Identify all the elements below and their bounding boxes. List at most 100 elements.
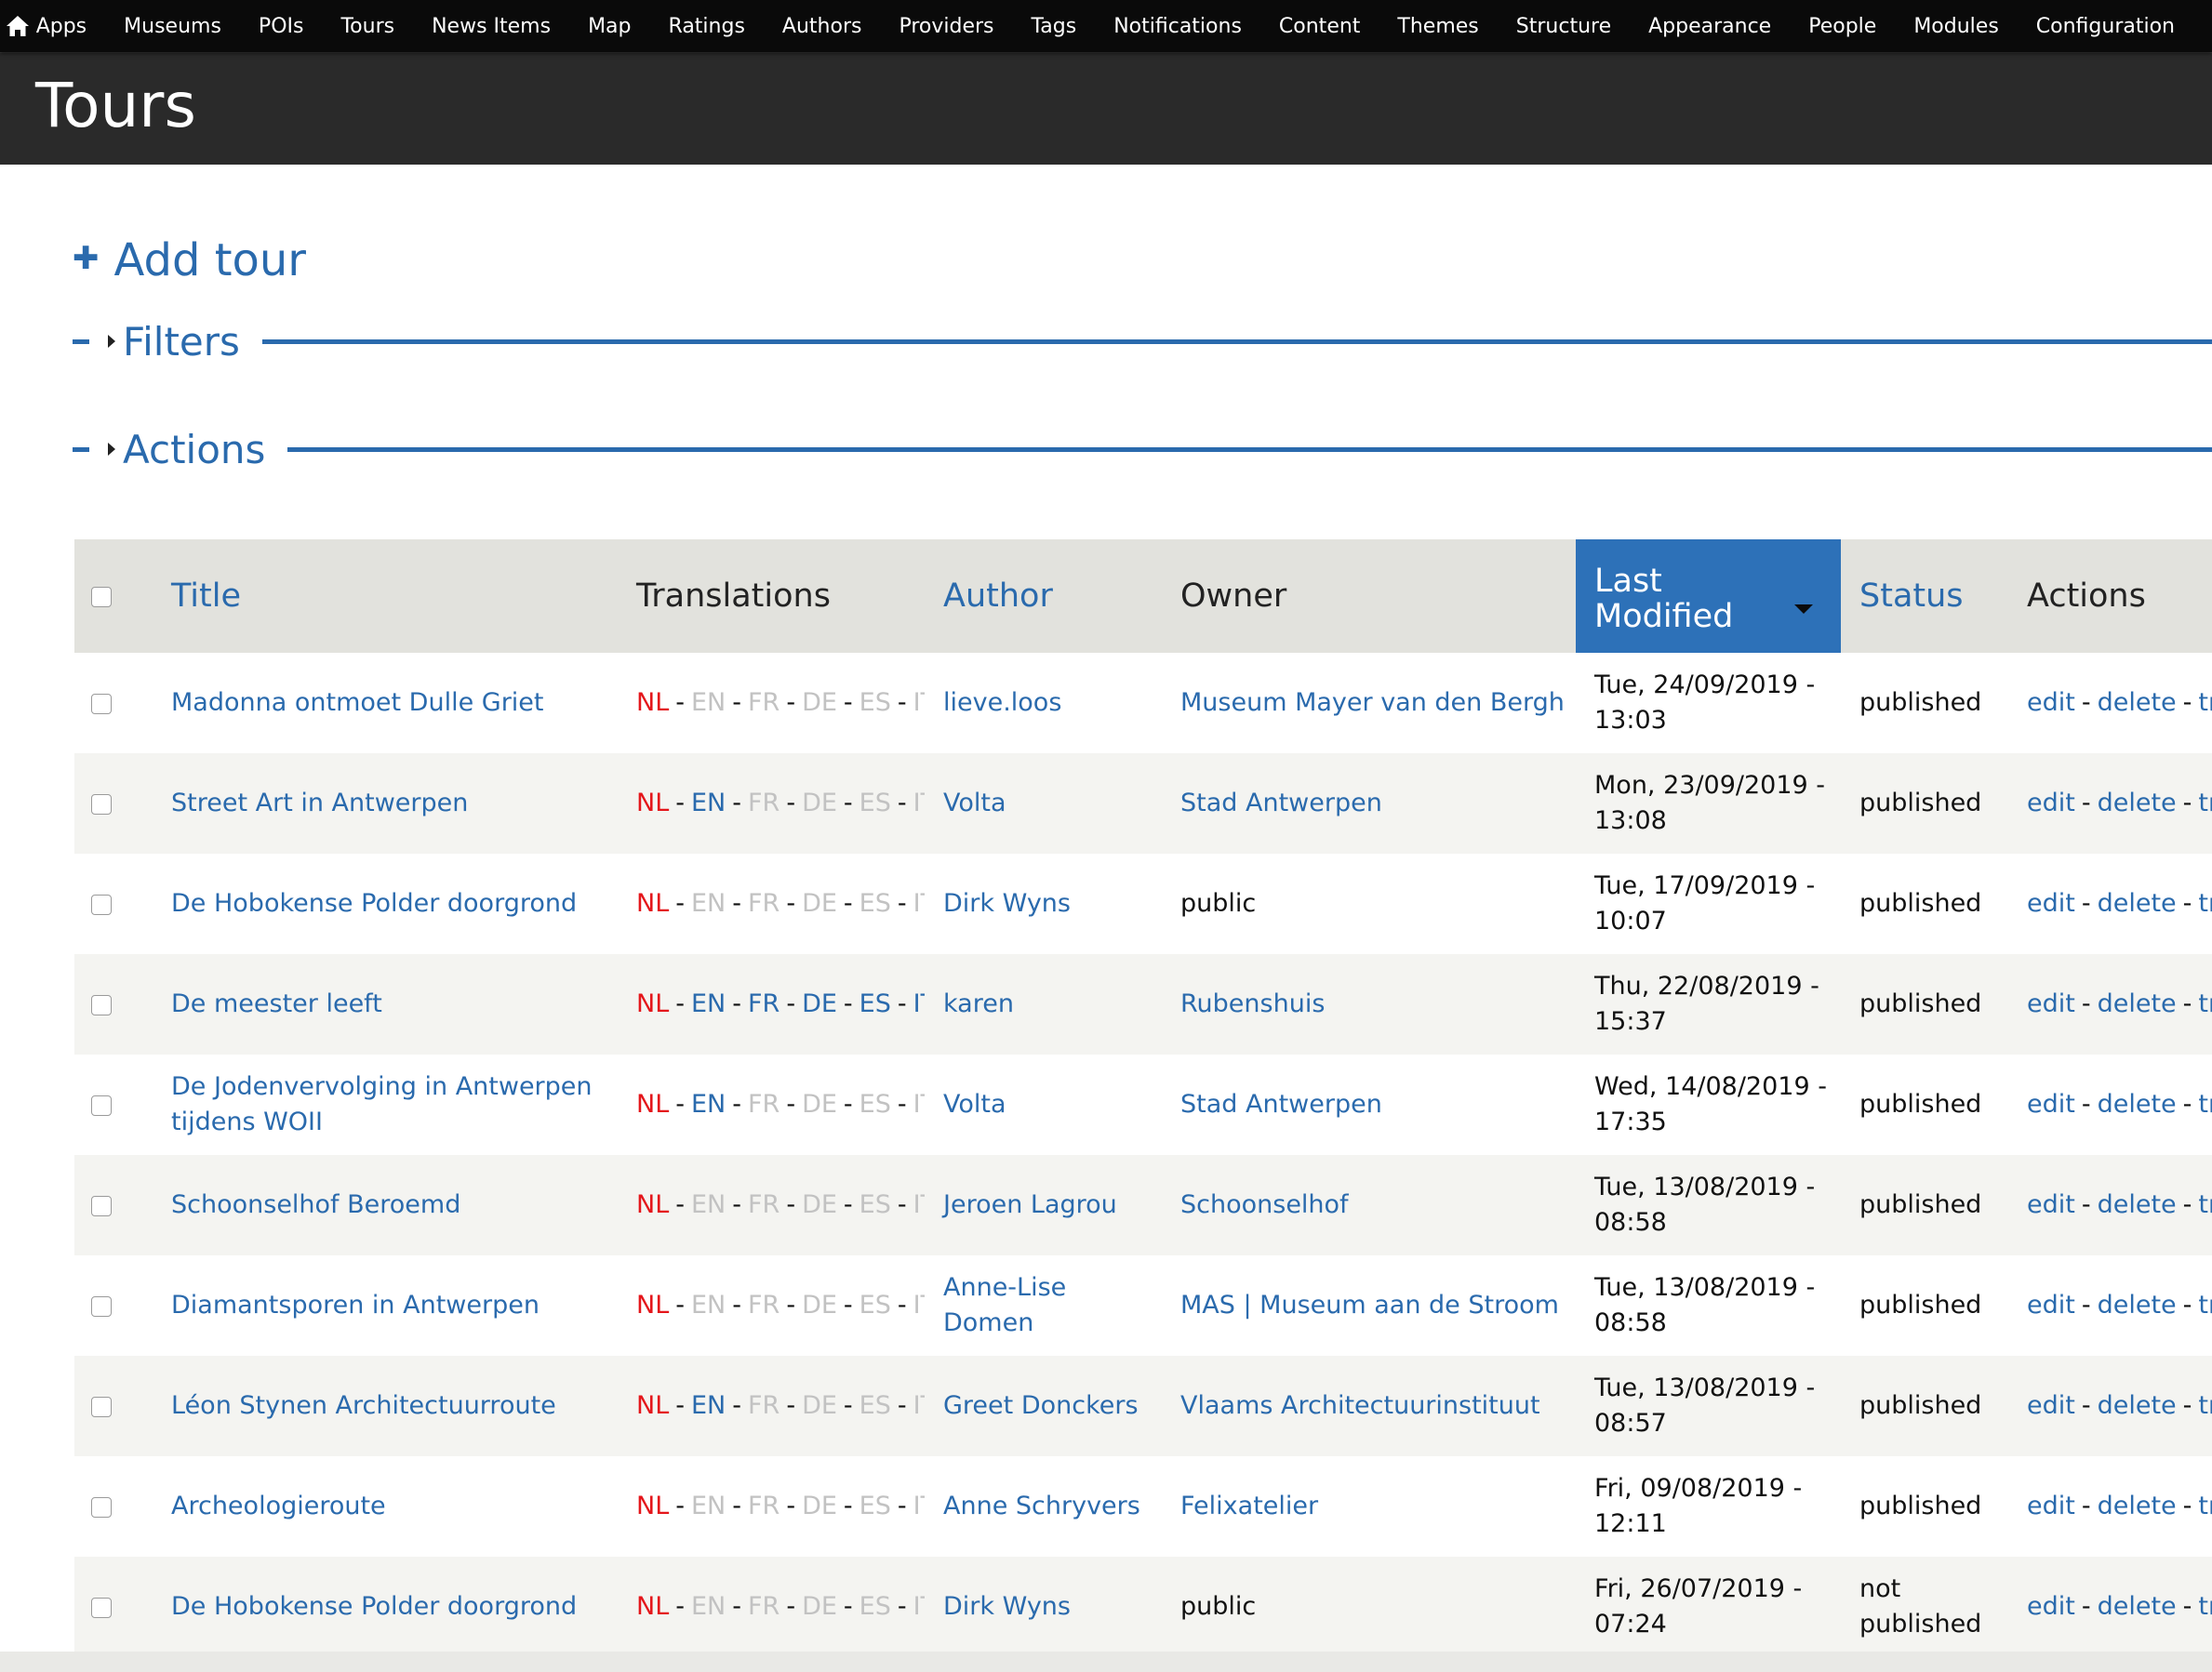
toolbar-item-museums[interactable]: Museums — [124, 15, 221, 38]
action-edit-link[interactable]: edit — [2027, 1090, 2075, 1119]
translation-de[interactable]: DE — [802, 1090, 837, 1119]
header-status[interactable]: Status — [1841, 539, 2008, 653]
translation-fr[interactable]: FR — [748, 1592, 780, 1621]
tour-title-link[interactable]: Léon Stynen Architectuurroute — [171, 1391, 556, 1420]
translation-en[interactable]: EN — [691, 1592, 726, 1621]
action-edit-link[interactable]: edit — [2027, 688, 2075, 717]
translation-it[interactable]: IT — [913, 1492, 925, 1520]
owner-link[interactable]: Stad Antwerpen — [1180, 789, 1382, 817]
translation-de[interactable]: DE — [802, 1592, 837, 1621]
translation-es[interactable]: ES — [859, 789, 891, 817]
toolbar-item-apps[interactable]: Apps — [36, 15, 87, 38]
translation-it[interactable]: IT — [913, 1592, 925, 1621]
toolbar-item-pois[interactable]: POIs — [259, 15, 304, 38]
header-author[interactable]: Author — [925, 539, 1162, 653]
translation-nl[interactable]: NL — [636, 1190, 669, 1219]
owner-link[interactable]: Museum Mayer van den Bergh — [1180, 688, 1565, 717]
action-trans-link[interactable]: trans — [2198, 1391, 2212, 1420]
action-delete-link[interactable]: delete — [2098, 989, 2177, 1018]
toolbar-item-people[interactable]: People — [1808, 15, 1876, 38]
translation-en[interactable]: EN — [691, 789, 726, 817]
action-trans-link[interactable]: trans — [2198, 1592, 2212, 1621]
translation-es[interactable]: ES — [859, 989, 891, 1018]
header-title[interactable]: Title — [153, 539, 618, 653]
translation-de[interactable]: DE — [802, 1492, 837, 1520]
author-link[interactable]: karen — [943, 989, 1014, 1018]
author-link[interactable]: Dirk Wyns — [943, 889, 1071, 918]
actions-toggle[interactable]: Actions — [123, 427, 265, 472]
translation-de[interactable]: DE — [802, 989, 837, 1018]
filters-toggle[interactable]: Filters — [123, 319, 240, 365]
tour-title-link[interactable]: Madonna ontmoet Dulle Griet — [171, 688, 544, 717]
translation-es[interactable]: ES — [859, 889, 891, 918]
translation-de[interactable]: DE — [802, 1291, 837, 1320]
author-link[interactable]: lieve.loos — [943, 688, 1061, 717]
toolbar-item-ratings[interactable]: Ratings — [669, 15, 745, 38]
toolbar-item-authors[interactable]: Authors — [782, 15, 862, 38]
translation-es[interactable]: ES — [859, 1492, 891, 1520]
translation-fr[interactable]: FR — [748, 989, 780, 1018]
translation-es[interactable]: ES — [859, 1190, 891, 1219]
toolbar-item-providers[interactable]: Providers — [899, 15, 993, 38]
action-delete-link[interactable]: delete — [2098, 688, 2177, 717]
tour-title-link[interactable]: De Hobokense Polder doorgrond — [171, 1592, 577, 1621]
action-trans-link[interactable]: trans — [2198, 889, 2212, 918]
translation-fr[interactable]: FR — [748, 1391, 780, 1420]
translation-en[interactable]: EN — [691, 989, 726, 1018]
translation-nl[interactable]: NL — [636, 989, 669, 1018]
translation-nl[interactable]: NL — [636, 1090, 669, 1119]
row-checkbox[interactable] — [91, 894, 112, 915]
translation-it[interactable]: IT — [913, 789, 925, 817]
toolbar-item-notifications[interactable]: Notifications — [1113, 15, 1242, 38]
row-checkbox[interactable] — [91, 1396, 112, 1417]
tour-title-link[interactable]: De Hobokense Polder doorgrond — [171, 889, 577, 918]
action-edit-link[interactable]: edit — [2027, 1190, 2075, 1219]
action-delete-link[interactable]: delete — [2098, 1391, 2177, 1420]
translation-fr[interactable]: FR — [748, 789, 780, 817]
translation-nl[interactable]: NL — [636, 688, 669, 717]
translation-de[interactable]: DE — [802, 1190, 837, 1219]
translation-fr[interactable]: FR — [748, 1090, 780, 1119]
translation-en[interactable]: EN — [691, 688, 726, 717]
tour-title-link[interactable]: De Jodenvervolging in Antwerpen tijdens … — [171, 1072, 593, 1136]
translation-fr[interactable]: FR — [748, 1492, 780, 1520]
translation-en[interactable]: EN — [691, 1492, 726, 1520]
translation-de[interactable]: DE — [802, 1391, 837, 1420]
translation-it[interactable]: IT — [913, 1190, 925, 1219]
action-edit-link[interactable]: edit — [2027, 889, 2075, 918]
toolbar-item-themes[interactable]: Themes — [1397, 15, 1478, 38]
action-edit-link[interactable]: edit — [2027, 1592, 2075, 1621]
action-edit-link[interactable]: edit — [2027, 1492, 2075, 1520]
translation-es[interactable]: ES — [859, 1090, 891, 1119]
author-link[interactable]: Anne Schryvers — [943, 1492, 1140, 1520]
translation-it[interactable]: IT — [913, 989, 925, 1018]
author-link[interactable]: Greet Donckers — [943, 1391, 1139, 1420]
owner-link[interactable]: Felixatelier — [1180, 1492, 1318, 1520]
translation-es[interactable]: ES — [859, 1291, 891, 1320]
translation-en[interactable]: EN — [691, 1090, 726, 1119]
toolbar-item-modules[interactable]: Modules — [1913, 15, 1998, 38]
home-button[interactable] — [0, 0, 36, 52]
toolbar-item-news-items[interactable]: News Items — [432, 15, 551, 38]
tour-title-link[interactable]: Diamantsporen in Antwerpen — [171, 1291, 540, 1320]
action-delete-link[interactable]: delete — [2098, 1492, 2177, 1520]
action-trans-link[interactable]: trans — [2198, 1492, 2212, 1520]
row-checkbox[interactable] — [91, 1195, 112, 1216]
translation-nl[interactable]: NL — [636, 1492, 669, 1520]
row-checkbox[interactable] — [91, 1597, 112, 1618]
action-trans-link[interactable]: trans — [2198, 688, 2212, 717]
action-delete-link[interactable]: delete — [2098, 889, 2177, 918]
translation-nl[interactable]: NL — [636, 889, 669, 918]
action-delete-link[interactable]: delete — [2098, 1090, 2177, 1119]
translation-fr[interactable]: FR — [748, 1291, 780, 1320]
action-edit-link[interactable]: edit — [2027, 789, 2075, 817]
translation-it[interactable]: IT — [913, 1391, 925, 1420]
translation-en[interactable]: EN — [691, 1190, 726, 1219]
owner-link[interactable]: Vlaams Architectuurinstituut — [1180, 1391, 1540, 1420]
toolbar-item-structure[interactable]: Structure — [1516, 15, 1611, 38]
action-edit-link[interactable]: edit — [2027, 1291, 2075, 1320]
action-delete-link[interactable]: delete — [2098, 1190, 2177, 1219]
author-link[interactable]: Jeroen Lagrou — [943, 1190, 1117, 1219]
owner-link[interactable]: Rubenshuis — [1180, 989, 1325, 1018]
translation-en[interactable]: EN — [691, 1291, 726, 1320]
